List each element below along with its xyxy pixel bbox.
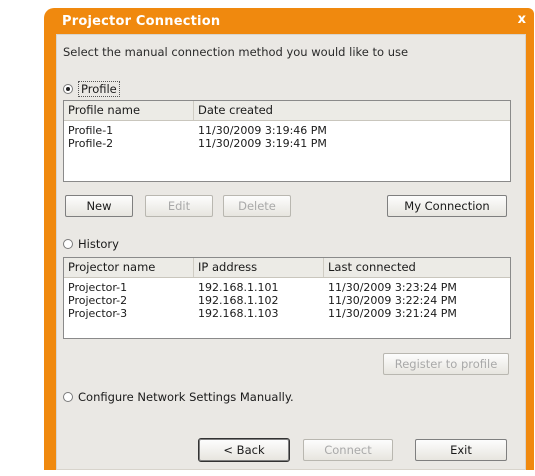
date-created-cell: 11/30/2009 3:19:46 PM	[198, 124, 327, 137]
ip-address-cell: 192.168.1.101	[198, 281, 279, 294]
history-radio-label: History	[78, 237, 119, 251]
column-header-profile-name[interactable]: Profile name	[64, 101, 194, 120]
profile-list-header: Profile name Date created	[64, 101, 510, 121]
profile-list[interactable]: Profile name Date created Profile-1 11/3…	[63, 100, 511, 182]
back-button[interactable]: < Back	[198, 438, 290, 462]
profile-radio-option[interactable]: Profile	[63, 81, 120, 97]
history-list[interactable]: Projector name IP address Last connected…	[63, 257, 511, 339]
ip-address-cell: 192.168.1.102	[198, 294, 279, 307]
register-to-profile-button[interactable]: Register to profile	[383, 353, 509, 375]
profile-row[interactable]: Profile-1 11/30/2009 3:19:46 PM	[64, 124, 510, 137]
history-row[interactable]: Projector-1 192.168.1.101 11/30/2009 3:2…	[64, 281, 510, 294]
title-bar[interactable]: Projector Connection x	[44, 8, 534, 34]
profile-row[interactable]: Profile-2 11/30/2009 3:19:41 PM	[64, 137, 510, 150]
last-connected-cell: 11/30/2009 3:21:24 PM	[328, 307, 457, 320]
dialog-client-area: Select the manual connection method you …	[56, 34, 526, 470]
column-header-last-connected[interactable]: Last connected	[324, 258, 510, 277]
history-list-header: Projector name IP address Last connected	[64, 258, 510, 278]
history-row[interactable]: Projector-2 192.168.1.102 11/30/2009 3:2…	[64, 294, 510, 307]
projector-name-cell: Projector-1	[68, 281, 128, 294]
projector-name-cell: Projector-2	[68, 294, 128, 307]
projector-name-cell: Projector-3	[68, 307, 128, 320]
history-radio[interactable]	[63, 239, 73, 249]
column-header-projector-name[interactable]: Projector name	[64, 258, 194, 277]
edit-profile-button[interactable]: Edit	[145, 195, 213, 217]
column-header-date-created[interactable]: Date created	[194, 101, 510, 120]
delete-profile-button[interactable]: Delete	[223, 195, 291, 217]
date-created-cell: 11/30/2009 3:19:41 PM	[198, 137, 327, 150]
profile-radio[interactable]	[63, 84, 73, 94]
exit-button[interactable]: Exit	[415, 439, 507, 461]
network-settings-radio-label: Configure Network Settings Manually.	[78, 390, 294, 404]
new-profile-button[interactable]: New	[65, 195, 133, 217]
ip-address-cell: 192.168.1.103	[198, 307, 279, 320]
history-row[interactable]: Projector-3 192.168.1.103 11/30/2009 3:2…	[64, 307, 510, 320]
last-connected-cell: 11/30/2009 3:23:24 PM	[328, 281, 457, 294]
column-header-ip-address[interactable]: IP address	[194, 258, 324, 277]
network-settings-radio[interactable]	[63, 392, 73, 402]
projector-connection-dialog: Projector Connection x Select the manual…	[44, 8, 534, 470]
connect-button[interactable]: Connect	[303, 439, 393, 461]
instruction-text: Select the manual connection method you …	[63, 45, 409, 59]
my-connection-button[interactable]: My Connection	[387, 195, 507, 217]
window-title: Projector Connection	[62, 13, 221, 29]
profile-name-cell: Profile-2	[68, 137, 114, 150]
close-icon[interactable]: x	[518, 12, 526, 27]
network-settings-radio-option[interactable]: Configure Network Settings Manually.	[63, 390, 294, 404]
last-connected-cell: 11/30/2009 3:22:24 PM	[328, 294, 457, 307]
profile-radio-label: Profile	[78, 81, 120, 97]
profile-name-cell: Profile-1	[68, 124, 114, 137]
history-radio-option[interactable]: History	[63, 237, 119, 251]
